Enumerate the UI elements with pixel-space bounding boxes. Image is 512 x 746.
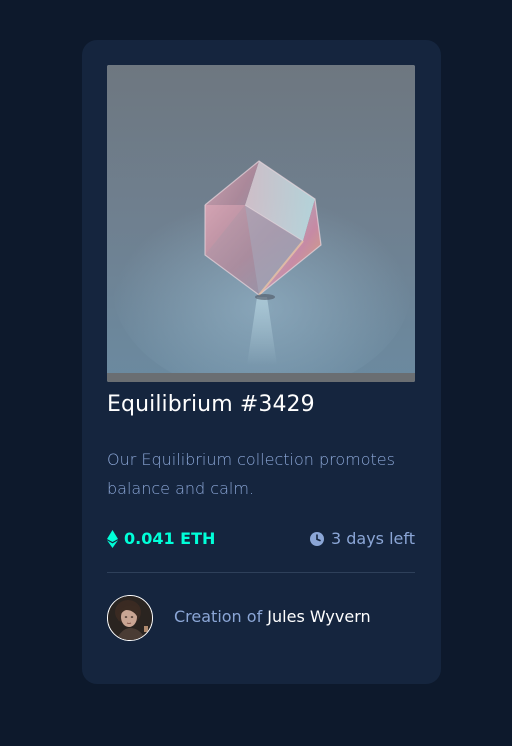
price-value: 0.041 ETH bbox=[124, 529, 216, 548]
creator-prefix: Creation of bbox=[174, 607, 263, 626]
creator-line: Creation of Jules Wyvern bbox=[174, 607, 371, 626]
creator-avatar bbox=[107, 595, 153, 641]
ethereum-icon bbox=[107, 529, 118, 548]
cube-image bbox=[107, 65, 415, 382]
nft-description: Our Equilibrium collection promotes bala… bbox=[107, 450, 395, 498]
time-left-value: 3 days left bbox=[330, 529, 415, 548]
nft-title[interactable]: Equilibrium #3429 bbox=[107, 392, 315, 417]
price-row: 0.041 ETH bbox=[107, 529, 215, 548]
time-left-row: 3 days left bbox=[309, 529, 415, 548]
divider bbox=[107, 572, 415, 573]
nft-image[interactable] bbox=[107, 65, 415, 382]
nft-card: Equilibrium #3429 Our Equilibrium collec… bbox=[82, 40, 441, 684]
creator-name-link[interactable]: Jules Wyvern bbox=[267, 607, 370, 626]
clock-icon bbox=[309, 531, 324, 546]
